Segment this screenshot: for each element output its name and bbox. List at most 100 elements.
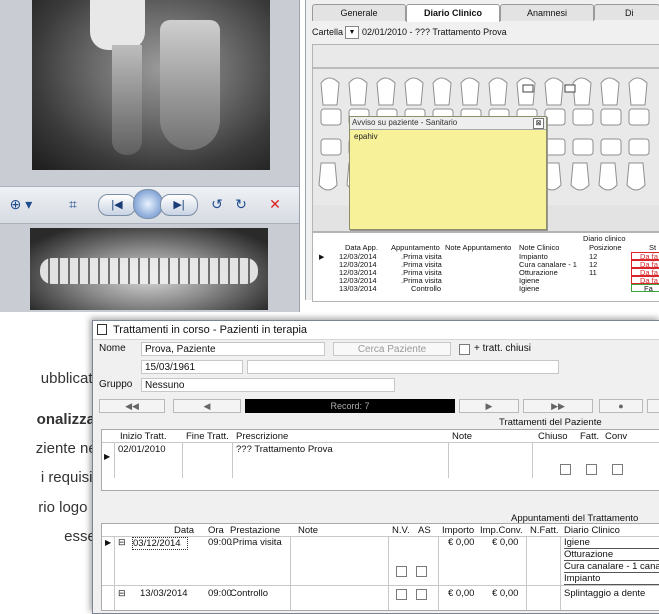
as-checkbox[interactable] (416, 589, 427, 600)
as-checkbox[interactable] (416, 566, 427, 577)
chiuso-checkbox[interactable] (560, 464, 571, 475)
col-importo: Importo (442, 525, 475, 536)
appuntamenti-grid[interactable]: Data Ora Prestazione Note N.V. AS Import… (101, 523, 659, 611)
nome-field[interactable]: Prova, Paziente (141, 342, 325, 356)
col-fatt: Fatt. (580, 431, 600, 442)
first-record-button[interactable]: ◀◀ (99, 399, 165, 413)
appt-importo: € 0,00 (448, 537, 475, 548)
tab-diagnosi[interactable]: Di (594, 4, 659, 20)
fit-icon[interactable]: ⌗ (64, 195, 82, 213)
last-record-button[interactable]: ▶▶ (523, 399, 593, 413)
col-diario-clinico: Diario Clinico (564, 525, 620, 536)
header-divider (102, 442, 659, 443)
fatt-checkbox[interactable] (586, 464, 597, 475)
dialog-titlebar: Trattamenti in corso - Pazienti in terap… (93, 321, 659, 340)
slideshow-button[interactable] (133, 189, 163, 219)
diario-row-status: Da fa (631, 276, 659, 284)
extra-field[interactable] (247, 360, 559, 374)
appt-ora: 09:00 (208, 537, 232, 548)
previous-image-button[interactable]: |◀ (98, 194, 136, 216)
next-image-button[interactable]: ▶| (160, 194, 198, 216)
tratt-chiusi-checkbox[interactable] (459, 344, 470, 355)
col-inizio-tratt: Inizio Tratt. (120, 431, 167, 442)
col-posizione: Posizione (589, 243, 622, 252)
col-n-fatt: N.Fatt. (530, 525, 559, 536)
grid-divider (290, 536, 291, 610)
appt-ora: 09:00 (208, 588, 232, 599)
appt-prestazione: Controllo (230, 588, 269, 599)
cartella-label: Cartella (312, 27, 344, 37)
diario-clinico-grid[interactable]: Diario clinico Data App. Appuntamento No… (312, 232, 659, 302)
row-pointer-icon: ▶ (319, 254, 325, 261)
appt-diario-item: Igiene (564, 537, 659, 549)
trattamenti-caption: Trattamenti del Paziente (499, 417, 602, 428)
grid-divider (532, 442, 533, 478)
appt-imp-conv: € 0,00 (492, 588, 519, 599)
col-imp-conv: Imp.Conv. (480, 525, 523, 536)
tab-generale[interactable]: Generale (312, 4, 406, 21)
grid-divider (232, 442, 233, 478)
background-text-3: ziente nel (35, 440, 100, 457)
appt-importo: € 0,00 (448, 588, 475, 599)
expand-icon[interactable]: ⊟ (118, 588, 126, 599)
col-chiuso: Chiuso (538, 431, 568, 442)
new-record-button[interactable]: ● (599, 399, 643, 413)
viewer-toolbar: ⊕ ▾ ⌗ |◀ ▶| ↺ ↻ ✕ (0, 186, 299, 224)
trattamenti-grid[interactable]: Inizio Tratt. Fine Tratt. Prescrizione N… (101, 429, 659, 491)
col-appuntamento: Appuntamento (391, 243, 440, 252)
alert-close-icon[interactable]: ⊠ (533, 118, 544, 129)
patient-alert-popup[interactable]: Avviso su paziente - Sanitario ⊠ epahiv (349, 116, 547, 230)
row-divider (102, 585, 659, 586)
nv-checkbox[interactable] (396, 566, 407, 577)
col-as: AS (418, 525, 431, 536)
background-text-5: rio logo o (38, 499, 100, 516)
appt-diario-item: Impianto (564, 573, 659, 585)
extra-nav-button[interactable] (647, 399, 659, 413)
xray-root-shape (112, 45, 142, 155)
appt-imp-conv: € 0,00 (492, 537, 519, 548)
conv-checkbox[interactable] (612, 464, 623, 475)
appt-diario-item: Cura canalare - 1 canale (564, 561, 659, 573)
xray-crown-shape (90, 0, 145, 50)
next-record-button[interactable]: ▶ (459, 399, 519, 413)
nv-checkbox[interactable] (396, 589, 407, 600)
cartella-value[interactable]: 02/01/2010 - ??? Trattamento Prova (362, 27, 507, 37)
rotate-right-icon[interactable]: ↻ (232, 195, 250, 213)
cartella-dropdown[interactable]: ▼ (345, 26, 359, 39)
diario-row-pos: 11 (589, 268, 597, 277)
nome-label: Nome (99, 343, 126, 354)
window-icon (97, 324, 107, 335)
tab-anamnesi[interactable]: Anamnesi (500, 4, 594, 21)
row-pointer-icon: ▶ (105, 538, 112, 547)
gruppo-label: Gruppo (99, 379, 133, 390)
tab-diario-clinico[interactable]: Diario Clinico (406, 4, 500, 22)
col-data-app: Data App. (345, 243, 378, 252)
grid-divider (526, 536, 527, 610)
dialog-title: Trattamenti in corso - Pazienti in terap… (113, 324, 308, 336)
appt-diario-item: Splintaggio a dente (564, 588, 646, 599)
rotate-left-icon[interactable]: ↺ (208, 195, 226, 213)
panoramic-teeth-row (40, 258, 258, 284)
alert-title: Avviso su paziente - Sanitario (350, 117, 546, 130)
diario-row-appt: Controllo (411, 284, 442, 293)
appt-data: 03/12/2014 (132, 537, 188, 550)
grid-divider (114, 442, 115, 478)
appt-data: 13/03/2014 (140, 588, 188, 599)
background-text-4: i requisiti (40, 469, 100, 486)
gruppo-field[interactable]: Nessuno (141, 378, 395, 392)
dob-field[interactable]: 15/03/1961 (141, 360, 243, 374)
prev-record-button[interactable]: ◀ (173, 399, 241, 413)
delete-icon[interactable]: ✕ (266, 195, 284, 213)
cerca-paziente-button[interactable]: Cerca Paziente (333, 342, 451, 356)
grid-divider (114, 536, 115, 610)
diario-row-status: Da fa (631, 260, 659, 268)
tratt-inizio: 02/01/2010 (118, 444, 166, 455)
col-prescrizione: Prescrizione (236, 431, 289, 442)
grid-divider (448, 442, 449, 478)
periapical-xray-image (32, 0, 270, 170)
col-note: Note (298, 525, 319, 536)
zoom-icon[interactable]: ⊕ ▾ (8, 195, 34, 213)
grid-divider (182, 442, 183, 478)
expand-icon[interactable]: ⊟ (118, 537, 126, 548)
grid-divider (438, 536, 439, 610)
